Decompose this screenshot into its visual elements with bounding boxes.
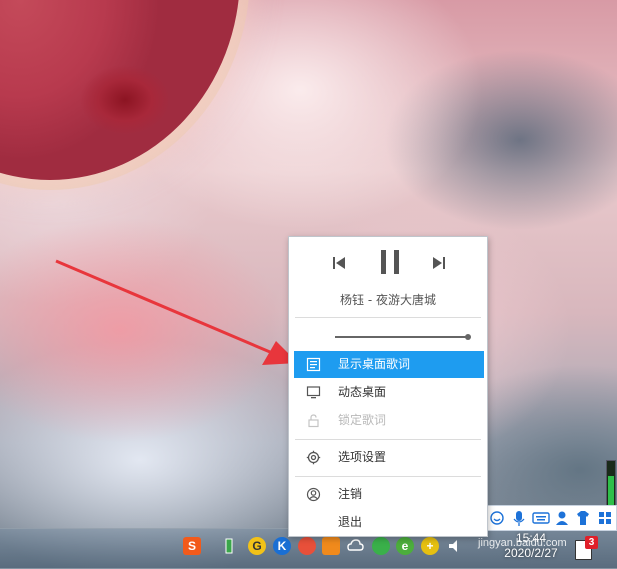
cloud-icon[interactable] [346,537,364,555]
menu-item-options[interactable]: 选项设置 [294,444,484,471]
pause-button[interactable] [375,247,405,277]
notification-badge: 3 [585,536,598,549]
emoji-icon[interactable] [489,509,505,527]
menu-item-logout[interactable]: 注销 [294,481,484,508]
menu-separator [295,476,481,477]
music-player-context-menu: 杨钰 - 夜游大唐城 显示桌面歌词 动态桌面 锁定歌词 选项设置 注销 退出 [288,236,488,537]
menu-item-show-desktop-lyrics[interactable]: 显示桌面歌词 [294,351,484,378]
sogou-icon[interactable]: S [183,537,201,555]
next-track-button[interactable] [427,251,451,275]
watermark-text: jingyan.baidu.com [478,537,567,549]
now-playing-title: 杨钰 - 夜游大唐城 [340,293,436,307]
microphone-icon[interactable] [511,509,527,527]
cat-icon[interactable] [298,537,316,555]
skin-icon[interactable] [575,509,591,527]
green-app-icon[interactable] [372,537,390,555]
g-icon[interactable]: G [248,537,266,555]
battery-icon[interactable] [220,537,238,555]
action-center-button[interactable]: 3 [573,536,598,560]
k-icon[interactable]: K [273,537,291,555]
grid-icon[interactable] [597,509,613,527]
menu-item-label: 退出 [338,515,363,529]
menu-separator [295,439,481,440]
menu-separator [295,317,481,318]
keyboard-icon[interactable] [532,509,550,527]
monitor-icon [306,386,321,399]
menu-item-label: 选项设置 [338,450,387,464]
moon-image [0,0,240,180]
menu-item-lock-lyrics: 锁定歌词 [294,407,484,434]
orange-app-icon[interactable] [322,537,340,555]
shield-icon[interactable]: e [396,537,414,555]
playback-controls [289,237,487,285]
volume-track [335,336,469,338]
menu-item-label: 锁定歌词 [338,413,387,427]
speaker-icon[interactable] [446,537,464,555]
volume-level-meter [606,460,616,510]
next-track-icon [433,257,445,269]
menu-item-exit[interactable]: 退出 [294,509,484,536]
menu-item-label: 动态桌面 [338,385,387,399]
volume-level-fill [608,476,614,508]
pause-icon [381,250,399,274]
user-icon[interactable] [554,509,570,527]
menu-item-label: 显示桌面歌词 [338,357,411,371]
lyrics-icon [306,357,321,372]
volume-slider[interactable] [335,333,473,341]
previous-track-button[interactable] [327,251,351,275]
plus-shield-icon[interactable]: + [421,537,439,555]
lock-icon [308,414,319,428]
user-icon [306,487,321,502]
previous-track-icon [333,257,345,269]
settings-icon [306,450,321,465]
menu-item-label: 注销 [338,487,363,501]
menu-item-dynamic-desktop[interactable]: 动态桌面 [294,379,484,406]
volume-knob[interactable] [465,334,471,340]
